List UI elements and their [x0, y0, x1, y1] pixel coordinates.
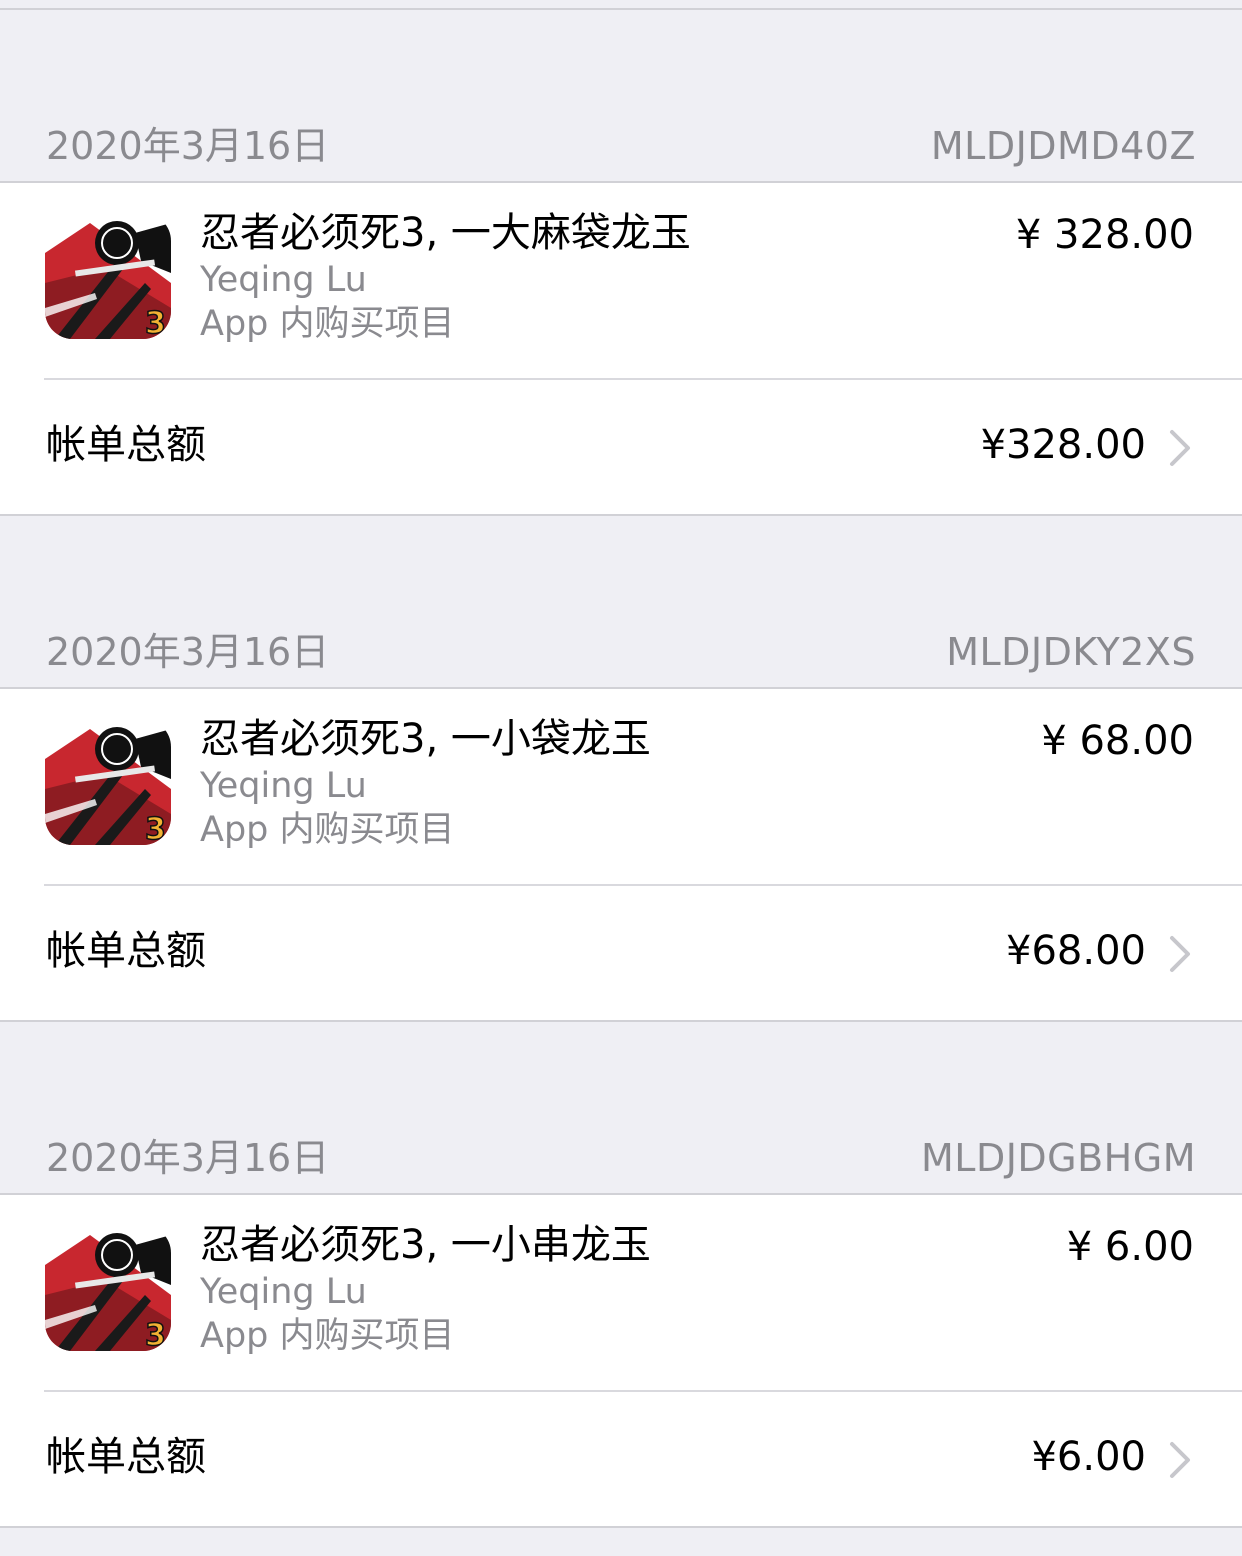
ninja-game-app-icon: 3 [45, 213, 171, 339]
order-id: MLDJDGBHGM [920, 1136, 1196, 1180]
receipt-group: 2020年3月16日 MLDJDGBHGM 3 忍者必须死3, 一小串龙玉 Ye… [0, 1022, 1242, 1528]
purchase-item-row[interactable]: 3 忍者必须死3, 一小袋龙玉 Yeqing Lu App 内购买项目 ¥ 68… [0, 689, 1242, 884]
chevron-right-icon [1170, 430, 1190, 466]
purchase-item-row[interactable]: 3 忍者必须死3, 一大麻袋龙玉 Yeqing Lu App 内购买项目 ¥ 3… [0, 183, 1242, 378]
svg-text:3: 3 [145, 1318, 166, 1351]
purchase-item-row[interactable]: 3 忍者必须死3, 一小串龙玉 Yeqing Lu App 内购买项目 ¥ 6.… [0, 1195, 1242, 1390]
receipt-group: 2020年3月16日 MLDJDKY2XS 3 忍者必须死3, 一小袋龙玉 Ye… [0, 516, 1242, 1022]
item-price: ¥ 6.00 [1066, 1224, 1194, 1270]
bill-total-label: 帐单总额 [46, 1434, 206, 1480]
receipt-list: 2020年3月16日 MLDJDMD40Z 3 忍者必须死3, 一大麻袋龙玉 Y… [0, 10, 1242, 1528]
ninja-game-app-icon: 3 [45, 1225, 171, 1351]
receipt-header: 2020年3月16日 MLDJDMD40Z [0, 10, 1242, 183]
item-type: App 内购买项目 [200, 1316, 455, 1356]
bill-total-row[interactable]: 帐单总额 ¥328.00 [0, 380, 1242, 514]
order-id: MLDJDKY2XS [946, 630, 1196, 674]
receipt-card: 3 忍者必须死3, 一大麻袋龙玉 Yeqing Lu App 内购买项目 ¥ 3… [0, 183, 1242, 516]
bill-total-amount: ¥6.00 [1031, 1434, 1146, 1480]
item-type: App 内购买项目 [200, 304, 455, 344]
chevron-right-icon [1170, 1442, 1190, 1478]
receipt-date: 2020年3月16日 [46, 1136, 330, 1180]
chevron-right-icon [1170, 936, 1190, 972]
item-type: App 内购买项目 [200, 810, 455, 850]
item-title: 忍者必须死3, 一小袋龙玉 [200, 716, 651, 762]
item-seller: Yeqing Lu [200, 1272, 367, 1312]
order-id: MLDJDMD40Z [930, 124, 1196, 168]
receipt-date: 2020年3月16日 [46, 630, 330, 674]
item-seller: Yeqing Lu [200, 766, 367, 806]
item-seller: Yeqing Lu [200, 260, 367, 300]
svg-text:3: 3 [145, 812, 166, 845]
item-price: ¥ 328.00 [1015, 212, 1194, 258]
bill-total-row[interactable]: 帐单总额 ¥6.00 [0, 1392, 1242, 1526]
receipt-header: 2020年3月16日 MLDJDKY2XS [0, 516, 1242, 689]
item-title: 忍者必须死3, 一小串龙玉 [200, 1222, 651, 1268]
bill-total-amount: ¥328.00 [980, 422, 1146, 468]
receipt-card: 3 忍者必须死3, 一小串龙玉 Yeqing Lu App 内购买项目 ¥ 6.… [0, 1195, 1242, 1528]
bill-total-row[interactable]: 帐单总额 ¥68.00 [0, 886, 1242, 1020]
item-title: 忍者必须死3, 一大麻袋龙玉 [200, 210, 691, 256]
receipt-group: 2020年3月16日 MLDJDMD40Z 3 忍者必须死3, 一大麻袋龙玉 Y… [0, 10, 1242, 516]
receipt-header: 2020年3月16日 MLDJDGBHGM [0, 1022, 1242, 1195]
bill-total-label: 帐单总额 [46, 928, 206, 974]
bill-total-label: 帐单总额 [46, 422, 206, 468]
bill-total-amount: ¥68.00 [1006, 928, 1146, 974]
receipt-card: 3 忍者必须死3, 一小袋龙玉 Yeqing Lu App 内购买项目 ¥ 68… [0, 689, 1242, 1022]
ninja-game-app-icon: 3 [45, 719, 171, 845]
receipt-date: 2020年3月16日 [46, 124, 330, 168]
item-price: ¥ 68.00 [1041, 718, 1194, 764]
svg-text:3: 3 [145, 306, 166, 339]
